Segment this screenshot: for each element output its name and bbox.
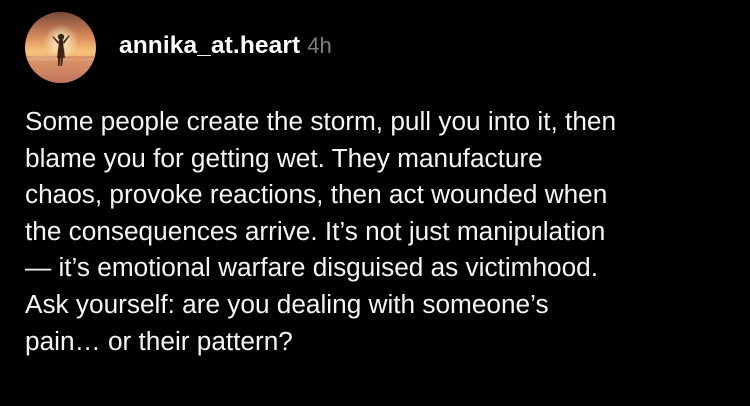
post-body-line: — it’s emotional warfare disguised as vi…: [25, 252, 598, 283]
post-meta: annika_at.heart 4h: [119, 32, 332, 60]
post-body-line: Ask yourself: are you dealing with someo…: [25, 288, 549, 319]
thread-post: annika_at.heart 4h Some people create th…: [0, 0, 750, 406]
post-body-line: Some people create the storm, pull you i…: [25, 106, 617, 136]
post-timestamp: 4h: [307, 33, 332, 58]
avatar-image: [25, 11, 96, 83]
username-link[interactable]: annika_at.heart: [119, 32, 300, 60]
post-body-line: pain… or their pattern?: [25, 325, 293, 356]
post-body-line: blame you for getting wet. They manufact…: [25, 142, 543, 173]
post-body-line: chaos, provoke reactions, then act wound…: [25, 179, 608, 210]
post-header: annika_at.heart 4h: [25, 11, 332, 83]
post-body-line: the consequences arrive. It’s not just m…: [25, 215, 606, 246]
avatar[interactable]: [25, 11, 96, 83]
post-body: Some people create the storm, pull you i…: [25, 103, 740, 359]
